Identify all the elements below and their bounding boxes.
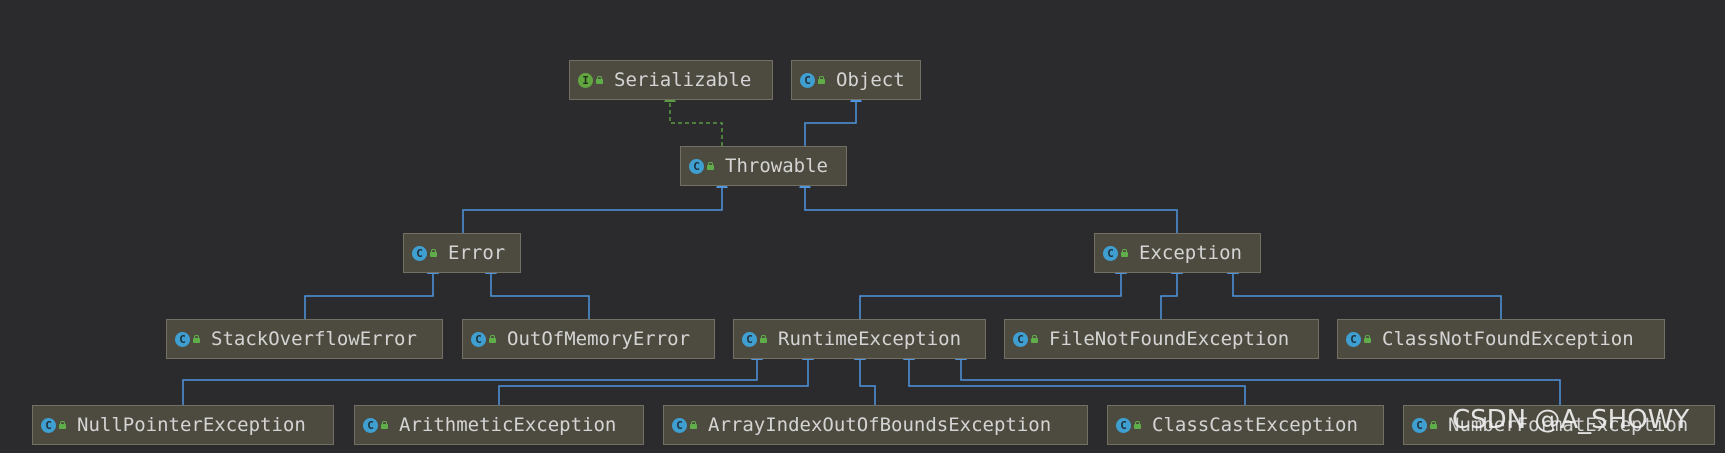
edge-runtime-exception xyxy=(859,263,1127,319)
interface-icon: I xyxy=(578,72,593,88)
node-label: ArrayIndexOutOfBoundsException xyxy=(708,414,1052,436)
edge-exception-throwable xyxy=(799,177,1178,233)
node-label: Serializable xyxy=(614,69,752,91)
edge-throwable-serializable xyxy=(664,91,723,146)
class-icon: C xyxy=(742,331,757,347)
lock-icon xyxy=(818,76,825,84)
edge-classnotfound-exception xyxy=(1227,263,1502,319)
node-outofmemoryerror[interactable]: C OutOfMemoryError xyxy=(462,319,715,359)
lock-icon xyxy=(760,335,767,343)
lock-icon xyxy=(193,335,200,343)
lock-icon xyxy=(1031,335,1038,343)
class-icon: C xyxy=(41,417,56,433)
lock-icon xyxy=(59,421,66,429)
lock-icon xyxy=(1430,421,1437,429)
node-throwable[interactable]: C Throwable xyxy=(680,146,847,186)
class-icon: C xyxy=(689,158,704,174)
node-stackoverflowerror[interactable]: C StackOverflowError xyxy=(166,319,443,359)
node-serializable[interactable]: I Serializable xyxy=(569,60,773,100)
csdn-watermark: CSDN @A_SHOWY xyxy=(1452,405,1690,435)
edge-arithmetic-runtime xyxy=(498,349,814,405)
node-arrayindexoutofboundsexception[interactable]: C ArrayIndexOutOfBoundsException xyxy=(663,405,1088,445)
edge-filenotfound-exception xyxy=(1160,263,1183,319)
edge-classcast-runtime xyxy=(903,349,1246,405)
edge-throwable-object xyxy=(804,91,862,146)
class-icon: C xyxy=(471,331,486,347)
node-label: NullPointerException xyxy=(77,414,306,436)
node-label: Exception xyxy=(1139,242,1242,264)
lock-icon xyxy=(1364,335,1371,343)
class-icon: C xyxy=(1116,417,1131,433)
node-object[interactable]: C Object xyxy=(791,60,921,100)
node-nullpointerexception[interactable]: C NullPointerException xyxy=(32,405,334,445)
lock-icon xyxy=(1121,249,1128,257)
edge-outofmemory-error xyxy=(485,263,590,319)
lock-icon xyxy=(707,162,714,170)
lock-icon xyxy=(1134,421,1141,429)
class-icon: C xyxy=(175,331,190,347)
lock-icon xyxy=(430,249,437,257)
class-icon: C xyxy=(1412,417,1427,433)
class-icon: C xyxy=(672,417,687,433)
edge-nullpointer-runtime xyxy=(182,349,763,405)
edge-arrayindex-runtime xyxy=(854,349,876,405)
node-label: FileNotFoundException xyxy=(1049,328,1290,350)
node-error[interactable]: C Error xyxy=(403,233,521,273)
node-label: Object xyxy=(836,69,905,91)
class-icon: C xyxy=(412,245,427,261)
lock-icon xyxy=(596,76,603,84)
class-icon: C xyxy=(1013,331,1028,347)
edge-error-throwable xyxy=(462,177,728,233)
node-label: ArithmeticException xyxy=(399,414,617,436)
node-label: ClassNotFoundException xyxy=(1382,328,1634,350)
class-icon: C xyxy=(1346,331,1361,347)
node-label: Error xyxy=(448,242,506,264)
node-classcastexception[interactable]: C ClassCastException xyxy=(1107,405,1384,445)
class-icon: C xyxy=(363,417,378,433)
node-label: OutOfMemoryError xyxy=(507,328,691,350)
edge-stackoverflow-error xyxy=(304,263,439,319)
node-classnotfoundexception[interactable]: C ClassNotFoundException xyxy=(1337,319,1665,359)
lock-icon xyxy=(381,421,388,429)
node-arithmeticexception[interactable]: C ArithmeticException xyxy=(354,405,644,445)
node-exception[interactable]: C Exception xyxy=(1094,233,1261,273)
class-icon: C xyxy=(1103,245,1118,261)
node-label: ClassCastException xyxy=(1152,414,1358,436)
edge-numberformat-runtime xyxy=(955,349,1561,405)
node-runtimeexception[interactable]: C RuntimeException xyxy=(733,319,986,359)
lock-icon xyxy=(690,421,697,429)
node-label: StackOverflowError xyxy=(211,328,417,350)
node-label: Throwable xyxy=(725,155,828,177)
class-icon: C xyxy=(800,72,815,88)
node-label: RuntimeException xyxy=(778,328,962,350)
node-filenotfoundexception[interactable]: C FileNotFoundException xyxy=(1004,319,1319,359)
lock-icon xyxy=(489,335,496,343)
